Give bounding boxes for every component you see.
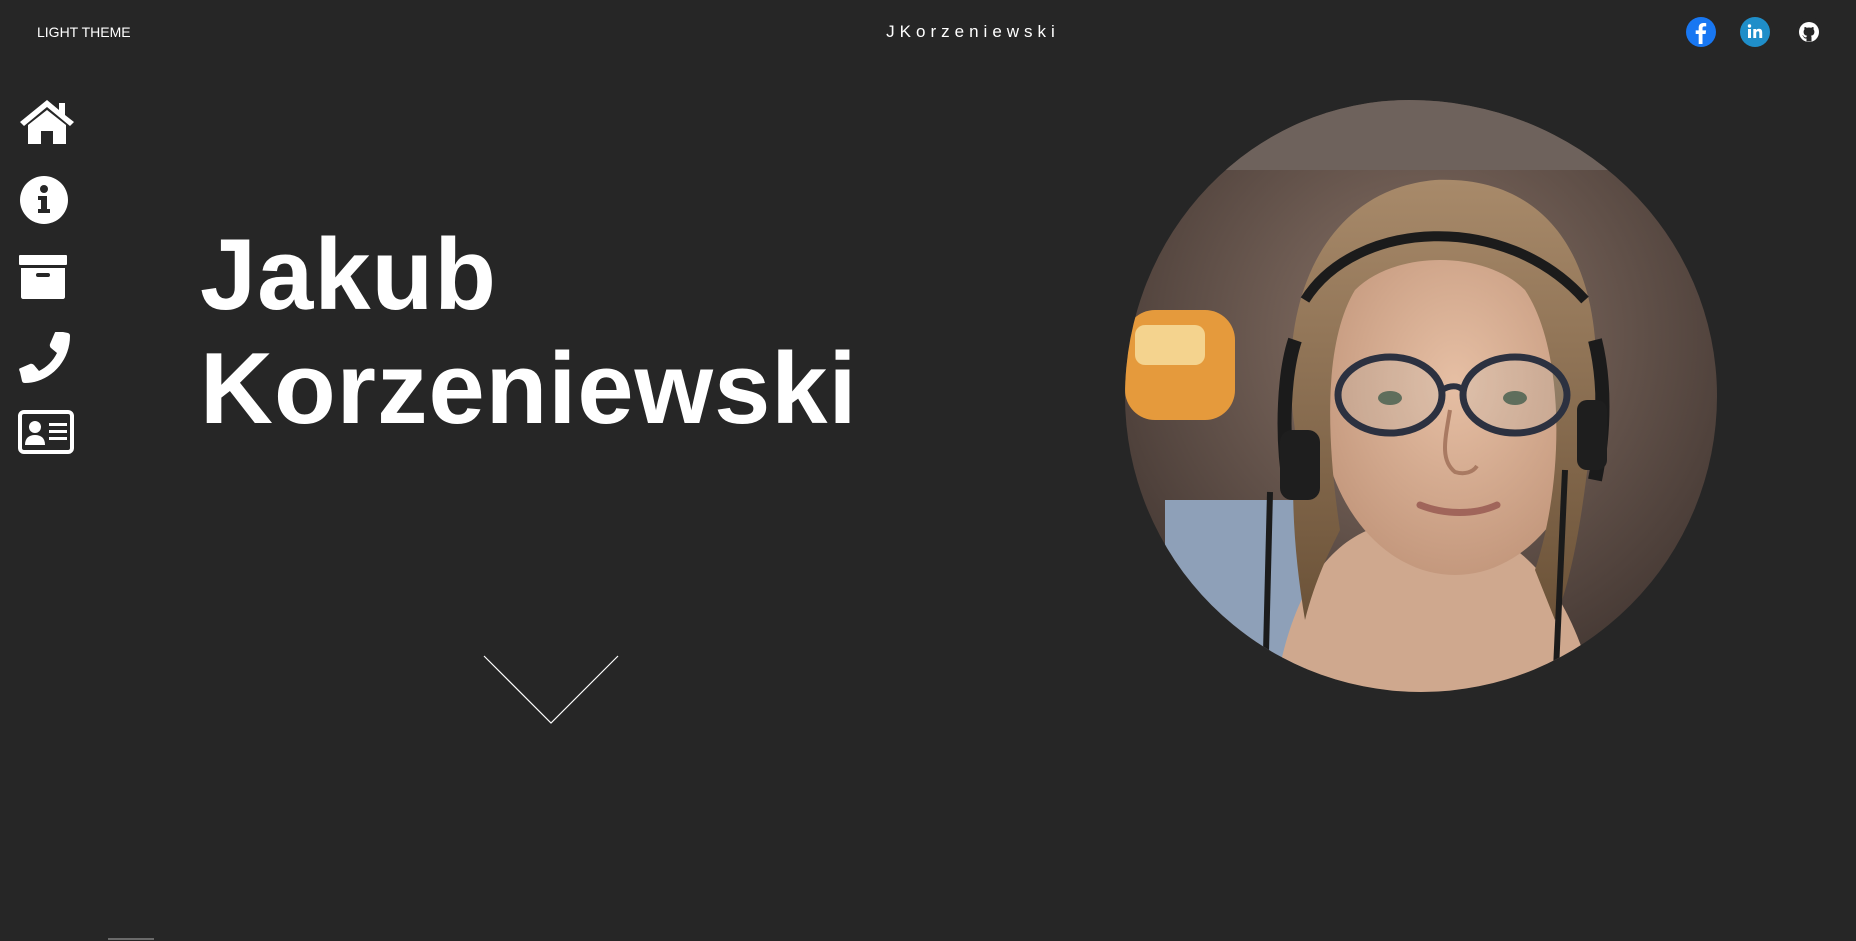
github-icon [1799,22,1819,42]
bottom-divider [108,938,154,940]
nav-phone[interactable] [18,332,78,410]
hero-first-name: Jakub [200,219,497,331]
nav-contact[interactable] [18,410,78,488]
home-icon [20,100,74,144]
facebook-link[interactable] [1686,17,1716,47]
site-brand[interactable]: JKorzeniewski [0,22,1856,42]
linkedin-link[interactable] [1740,17,1770,47]
side-navigation [18,98,78,488]
portrait-image [1125,100,1717,692]
phone-icon [19,332,70,383]
info-icon [20,176,68,224]
linkedin-icon [1747,24,1763,38]
scroll-down-arrow[interactable] [482,654,620,731]
github-link[interactable] [1794,17,1824,47]
social-links [1686,17,1824,47]
contact-card-icon [18,410,74,454]
nav-projects[interactable] [18,254,78,332]
hero-last-name: Korzeniewski [200,333,858,445]
archive-icon [19,255,67,299]
profile-photo [1125,100,1717,692]
nav-about[interactable] [18,176,78,254]
page: LIGHT THEME JKorzeniewski Jakub Korzenie… [0,0,1856,941]
nav-home[interactable] [18,98,78,176]
facebook-icon [1695,23,1707,44]
hero-title: Jakub Korzeniewski [200,218,858,446]
chevron-down-icon [483,655,619,724]
